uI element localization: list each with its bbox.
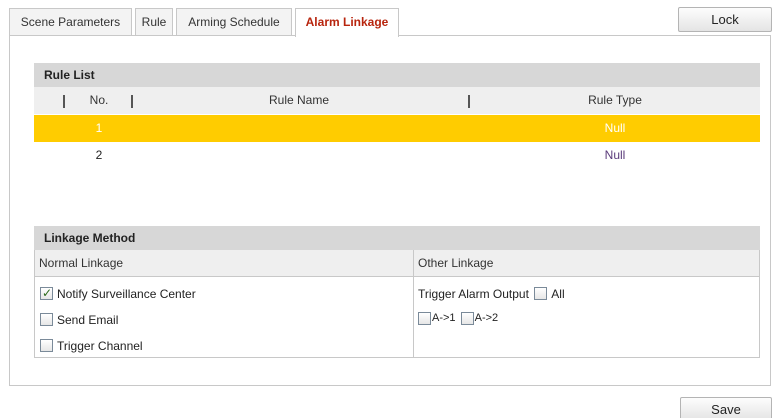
notify-surveillance-label: Notify Surveillance Center <box>57 286 196 301</box>
linkage-table: Normal Linkage Notify Surveillance Cente… <box>34 250 760 358</box>
content-panel: Rule List No. Rule Name Rule Type 1 Null… <box>9 35 771 386</box>
linkage-method-header: Linkage Method <box>34 226 760 250</box>
column-rule-name: Rule Name <box>268 93 330 107</box>
rule-list-header: Rule List <box>34 63 760 87</box>
column-no: No. <box>89 93 109 107</box>
output-a2-checkbox[interactable] <box>460 311 474 325</box>
output-a2-label: A->2 <box>474 312 499 325</box>
notify-surveillance-checkbox[interactable] <box>40 285 53 301</box>
rule-row-2[interactable]: 2 Null <box>34 142 760 169</box>
column-separator <box>131 95 133 108</box>
save-button[interactable]: Save <box>680 397 772 418</box>
notify-surveillance-option: Notify Surveillance Center <box>40 285 196 301</box>
other-linkage-column: Other Linkage Trigger Alarm Output All A… <box>414 250 759 357</box>
trigger-alarm-output-label: Trigger Alarm Output <box>418 286 529 301</box>
rule-table-column-header: No. Rule Name Rule Type <box>34 87 760 114</box>
tab-arming-schedule[interactable]: Arming Schedule <box>176 8 292 36</box>
trigger-alarm-output-option: Trigger Alarm Output All <box>418 285 565 301</box>
column-rule-type: Rule Type <box>588 93 642 107</box>
send-email-checkbox[interactable] <box>40 313 53 327</box>
rule-type: Null <box>604 121 626 135</box>
other-linkage-heading: Other Linkage <box>414 250 759 277</box>
alarm-outputs-row: A->1 A->2 <box>418 310 498 326</box>
tab-alarm-linkage[interactable]: Alarm Linkage <box>295 8 399 37</box>
rule-no: 1 <box>95 121 103 135</box>
send-email-label: Send Email <box>57 312 119 327</box>
rule-no: 2 <box>95 148 103 162</box>
rule-type: Null <box>604 148 626 162</box>
column-separator <box>63 95 65 108</box>
tab-bar: Scene Parameters Rule Arming Schedule Al… <box>0 0 774 37</box>
alarm-linkage-page: Scene Parameters Rule Arming Schedule Al… <box>0 0 774 418</box>
send-email-option: Send Email <box>40 311 118 327</box>
tab-rule[interactable]: Rule <box>135 8 173 36</box>
output-a1-label: A->1 <box>432 312 456 325</box>
output-a1-checkbox[interactable] <box>418 311 431 325</box>
all-outputs-checkbox[interactable] <box>534 287 548 301</box>
rule-row-1[interactable]: 1 Null <box>34 115 760 142</box>
tab-scene-parameters[interactable]: Scene Parameters <box>9 8 132 36</box>
trigger-channel-checkbox[interactable] <box>40 339 53 353</box>
normal-linkage-column: Normal Linkage Notify Surveillance Cente… <box>35 250 414 357</box>
all-outputs-label: All <box>551 286 565 301</box>
trigger-channel-label: Trigger Channel <box>57 338 143 353</box>
lock-button[interactable]: Lock <box>678 7 772 32</box>
trigger-channel-option: Trigger Channel <box>40 337 143 353</box>
normal-linkage-heading: Normal Linkage <box>35 250 413 277</box>
